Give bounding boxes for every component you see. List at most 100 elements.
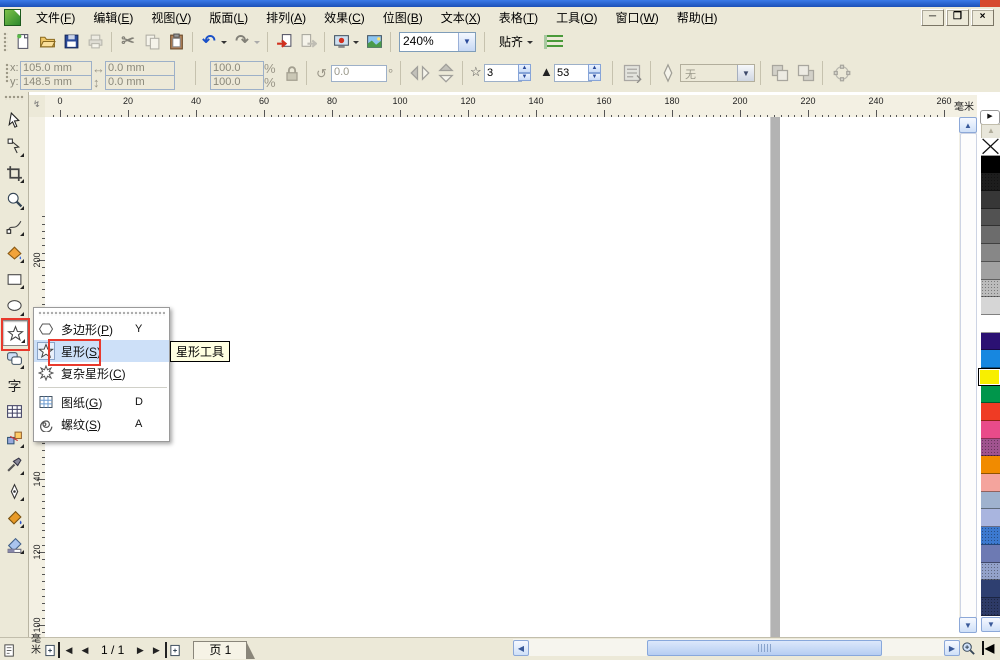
vertical-scroll-thumb[interactable] xyxy=(960,133,977,618)
horizontal-scroll-thumb[interactable] xyxy=(647,640,882,656)
vertical-scrollbar[interactable]: ▲ ▼ xyxy=(959,117,977,632)
save-button[interactable] xyxy=(60,31,82,53)
palette-swatch-royal-blue[interactable] xyxy=(981,527,1000,545)
object-height-field[interactable]: 0.0 mm xyxy=(105,75,175,90)
flyout-grip[interactable] xyxy=(38,311,165,316)
outline-width-dropdown[interactable]: 无 ▼ xyxy=(680,64,755,82)
palette-scroll-down-button[interactable]: ▼ xyxy=(981,617,1000,632)
menu-item-x[interactable]: 文本(X) xyxy=(432,7,490,28)
next-page-button[interactable]: ▶ xyxy=(132,642,148,658)
menu-item-w[interactable]: 窗口(W) xyxy=(606,7,667,28)
zoom-dropdown-button[interactable]: ▼ xyxy=(458,33,475,51)
rotation-angle-field[interactable]: 0.0 xyxy=(331,65,387,82)
palette-swatch-40-black[interactable] xyxy=(981,262,1000,280)
copy-button[interactable] xyxy=(141,31,163,53)
freehand-tool[interactable] xyxy=(2,214,26,238)
mirror-horizontal-button[interactable] xyxy=(410,63,430,83)
canvas[interactable] xyxy=(45,117,959,637)
window-close-strip[interactable] xyxy=(980,0,1000,7)
to-back-button[interactable] xyxy=(796,63,816,83)
palette-swatch-20-black[interactable] xyxy=(981,297,1000,315)
zoom-tool-status-icon[interactable] xyxy=(961,641,976,659)
page-tab[interactable]: 页 1 xyxy=(193,641,247,659)
last-page-button[interactable]: ▶ xyxy=(148,642,167,658)
palette-swatch-navy[interactable] xyxy=(981,580,1000,598)
palette-swatch-magenta[interactable] xyxy=(981,421,1000,439)
palette-swatch-30-black[interactable] xyxy=(981,280,1000,298)
palette-swatch-70-black[interactable] xyxy=(981,209,1000,227)
horizontal-scrollbar[interactable]: ◀ ▶ xyxy=(513,639,959,656)
flyout-item-polygon[interactable]: 多边形(P)Y xyxy=(34,318,169,340)
application-launcher-button[interactable] xyxy=(330,31,352,53)
blend-tool[interactable] xyxy=(2,426,26,450)
convert-to-curves-button[interactable] xyxy=(832,63,852,83)
import-button[interactable] xyxy=(273,31,295,53)
scroll-up-button[interactable]: ▲ xyxy=(959,117,977,133)
palette-swatch-light-slate[interactable] xyxy=(981,563,1000,581)
options-icon[interactable] xyxy=(544,35,563,49)
palette-swatch-red[interactable] xyxy=(981,403,1000,421)
menu-item-c[interactable]: 效果(C) xyxy=(315,7,374,28)
redo-button[interactable]: ↷ xyxy=(231,31,253,53)
palette-swatch-80-black[interactable] xyxy=(981,191,1000,209)
palette-scroll-up-button[interactable]: ▲ xyxy=(981,124,1000,139)
undo-dropdown-arrow[interactable] xyxy=(221,41,227,47)
zoom-tool[interactable] xyxy=(2,188,26,212)
scroll-right-button[interactable]: ▶ xyxy=(944,640,960,656)
y-position-field[interactable]: 148.5 mm xyxy=(20,75,92,90)
table-tool[interactable] xyxy=(2,400,26,424)
menu-item-v[interactable]: 视图(V) xyxy=(142,7,200,28)
toolbox-grip[interactable] xyxy=(4,95,24,100)
palette-swatch-90-black[interactable] xyxy=(981,173,1000,191)
to-front-button[interactable] xyxy=(770,63,790,83)
open-button[interactable] xyxy=(36,31,58,53)
interactive-fill-tool[interactable] xyxy=(2,532,26,556)
cut-button[interactable]: ✂ xyxy=(117,31,139,53)
ruler-origin-corner[interactable] xyxy=(29,95,46,118)
palette-swatch-powder-blue[interactable] xyxy=(981,492,1000,510)
palette-swatch-white[interactable] xyxy=(981,315,1000,333)
welcome-screen-button[interactable] xyxy=(363,31,385,53)
palette-swatch-pink[interactable] xyxy=(981,474,1000,492)
print-button[interactable] xyxy=(84,31,106,53)
palette-swatch-orange[interactable] xyxy=(981,456,1000,474)
redo-dropdown-arrow[interactable] xyxy=(254,41,260,47)
undo-button[interactable]: ↶ xyxy=(198,31,220,53)
export-button[interactable] xyxy=(297,31,319,53)
star-points-spinner[interactable]: ▲▼ xyxy=(518,64,531,81)
text-tool[interactable]: 字 xyxy=(2,373,26,397)
object-width-field[interactable]: 0.0 mm xyxy=(105,61,175,76)
outline-width-dropdown-button[interactable]: ▼ xyxy=(737,65,754,81)
palette-swatch-periwinkle[interactable] xyxy=(981,509,1000,527)
first-page-button[interactable]: ◀ xyxy=(58,642,77,658)
scale-y-field[interactable]: 100.0 xyxy=(210,75,264,90)
palette-swatch-60-black[interactable] xyxy=(981,226,1000,244)
lock-ratio-button[interactable] xyxy=(282,64,302,84)
palette-flyout-button[interactable]: ▶ xyxy=(980,110,1000,125)
menu-item-t[interactable]: 表格(T) xyxy=(490,7,547,28)
snap-to-button[interactable]: 贴齐 xyxy=(495,31,527,52)
palette-swatch-dark-navy[interactable] xyxy=(981,598,1000,616)
menu-item-b[interactable]: 位图(B) xyxy=(374,7,432,28)
ellipse-tool[interactable] xyxy=(2,294,26,318)
zoom-level-combo[interactable]: 240% ▼ xyxy=(399,32,476,52)
snap-dropdown-arrow[interactable] xyxy=(527,41,533,47)
palette-swatch-none[interactable] xyxy=(981,138,1000,156)
rectangle-tool[interactable] xyxy=(2,267,26,291)
menu-item-h[interactable]: 帮助(H) xyxy=(668,7,727,28)
close-button[interactable]: × xyxy=(971,9,994,26)
pick-tool[interactable] xyxy=(2,108,26,132)
palette-swatch-blue[interactable] xyxy=(981,350,1000,368)
mirror-vertical-button[interactable] xyxy=(436,63,456,83)
sharpness-field[interactable]: 53 xyxy=(554,64,592,82)
wrap-text-button[interactable] xyxy=(622,63,642,83)
new-button[interactable] xyxy=(12,31,34,53)
menu-item-a[interactable]: 排列(A) xyxy=(257,7,315,28)
add-page-after-button[interactable] xyxy=(167,642,183,658)
menu-item-e[interactable]: 编辑(E) xyxy=(84,7,142,28)
horizontal-ruler[interactable]: 毫米020406080100120140160180200220240260 xyxy=(45,95,977,118)
crop-tool[interactable] xyxy=(2,161,26,185)
restore-button[interactable]: ❐ xyxy=(946,9,969,26)
x-position-field[interactable]: 105.0 mm xyxy=(20,61,92,76)
shape-tool[interactable] xyxy=(2,135,26,159)
